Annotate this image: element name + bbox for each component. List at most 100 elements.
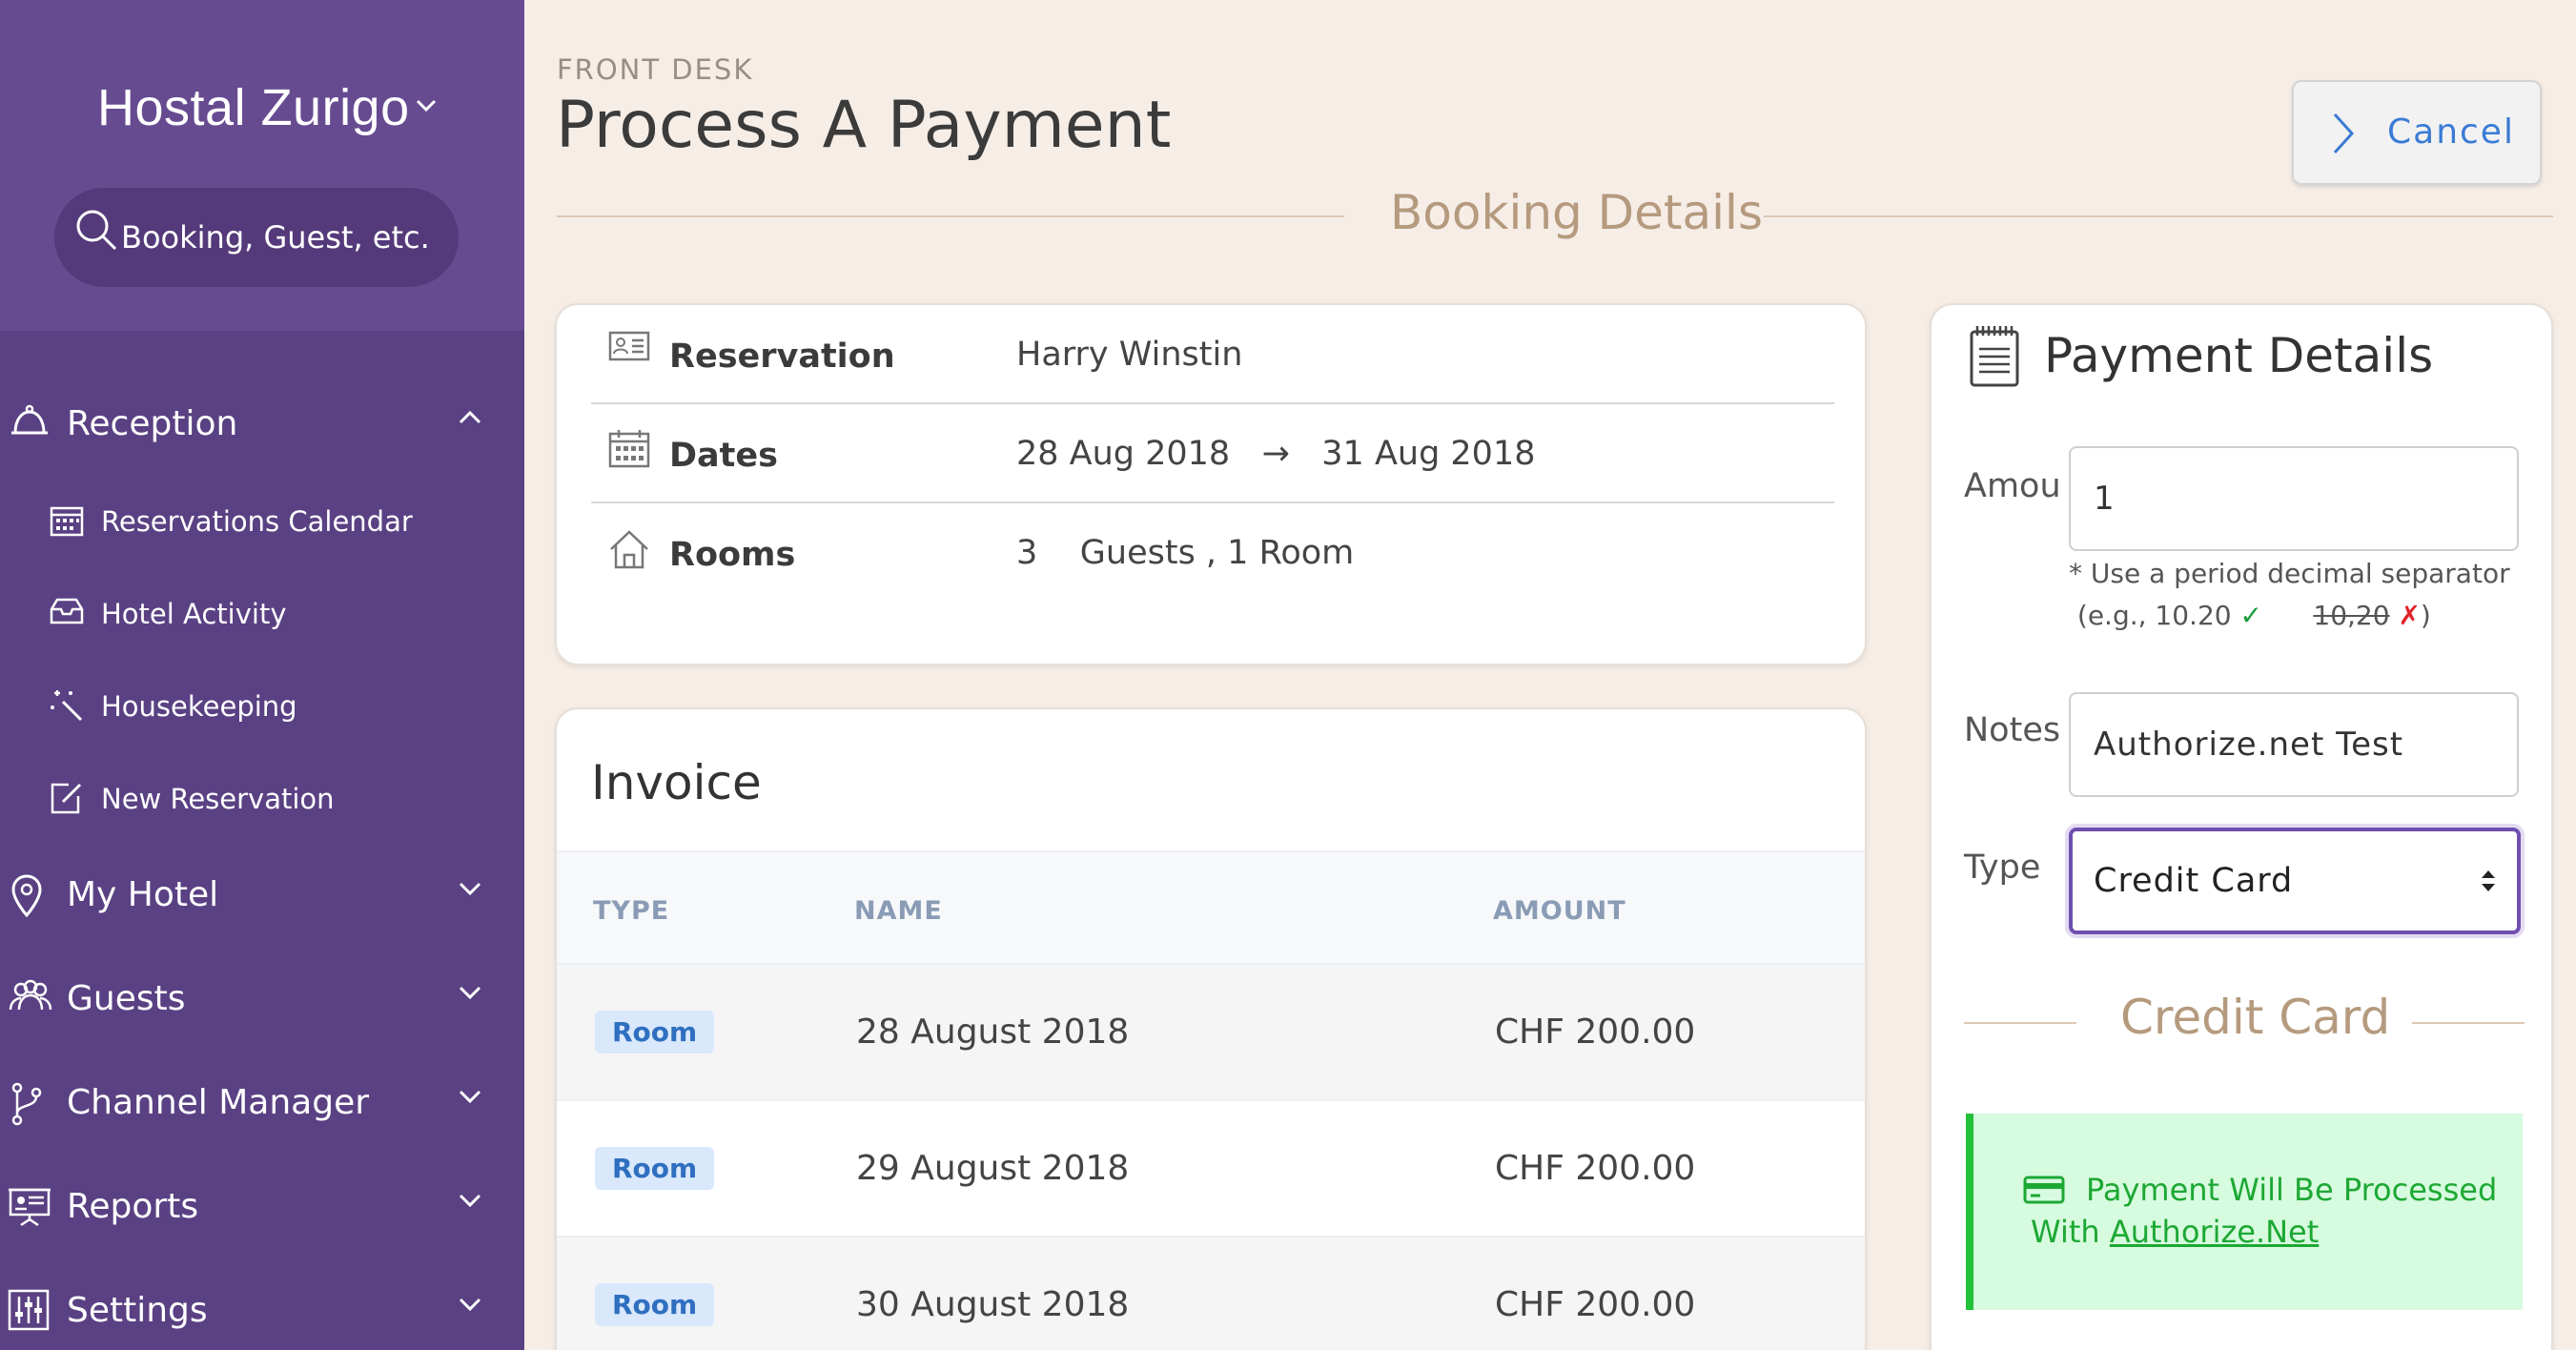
authorize-net-link[interactable]: Authorize.Net [2110, 1214, 2319, 1250]
cross-icon: ✗ [2398, 600, 2421, 631]
house-icon [610, 530, 648, 569]
payment-details-title: Payment Details [2044, 328, 2434, 383]
invoice-item-name: 29 August 2018 [856, 1149, 1130, 1188]
amount-label: Amount [1964, 467, 2059, 505]
type-label: Type [1964, 849, 2041, 887]
reservation-value: Harry Winstin [1016, 336, 1243, 374]
invoice-item-name: 30 August 2018 [856, 1285, 1130, 1324]
sidebar-item-channel-manager[interactable]: Channel Manager [0, 1064, 524, 1140]
booking-row-reservation: Reservation Harry Winstin [591, 305, 1834, 402]
invoice-title: Invoice [591, 755, 762, 810]
sidebar-item-label: Housekeeping [101, 690, 297, 723]
sidebar-item-label: Channel Manager [67, 1083, 370, 1122]
reservation-label: Reservation [669, 338, 895, 376]
payment-processor-notice: Payment Will Be Processed With Authorize… [1966, 1114, 2523, 1310]
divider [1964, 1022, 2076, 1024]
chevron-right-icon [2333, 112, 2355, 154]
column-header-amount[interactable]: AMOUNT [1493, 896, 1626, 926]
sidebar-item-label: Reports [67, 1187, 199, 1226]
invoice-item-amount: CHF 200.00 [1495, 1149, 1696, 1188]
notepad-icon [1970, 326, 2019, 387]
check-icon: ✓ [2239, 600, 2262, 631]
cancel-button[interactable]: Cancel [2292, 80, 2542, 185]
chevron-down-icon[interactable] [458, 1297, 482, 1312]
chevron-down-icon[interactable] [458, 1089, 482, 1104]
decimal-hint: * Use a period decimal separator (e.g., … [2069, 553, 2510, 637]
booking-row-rooms: Rooms 3 Guests , 1 Room [591, 503, 1834, 601]
chevron-down-icon[interactable] [458, 1193, 482, 1208]
search-icon [76, 210, 117, 251]
sidebar-item-reports[interactable]: Reports [0, 1168, 524, 1244]
sidebar-item-guests[interactable]: Guests [0, 960, 524, 1036]
payment-type-select[interactable]: Credit Card [2069, 828, 2521, 934]
table-row[interactable]: Room 28 August 2018 CHF 200.00 [557, 963, 1865, 1099]
table-header: TYPE NAME AMOUNT [557, 850, 1865, 963]
rooms-value: 3 Guests , 1 Room [1016, 534, 1355, 572]
booking-row-dates: Dates 28 Aug 2018 → 31 Aug 2018 [591, 404, 1834, 501]
sidebar-item-housekeeping[interactable]: Housekeeping [0, 671, 524, 738]
sidebar-header: Hostal Zurigo Booking, Guest, etc. [0, 0, 524, 331]
decimal-hint-line1: * Use a period decimal separator [2069, 558, 2510, 589]
sidebar-item-label: Reservations Calendar [101, 505, 413, 538]
sliders-icon [8, 1289, 50, 1331]
column-header-type[interactable]: TYPE [593, 896, 669, 926]
amount-input[interactable] [2069, 446, 2519, 551]
decimal-hint-line2: (e.g., 10.20 ✓ 10,20 ✗) [2069, 595, 2510, 637]
table-row[interactable]: Room 29 August 2018 CHF 200.00 [557, 1099, 1865, 1236]
sidebar-item-label: Reception [67, 404, 238, 443]
sidebar-item-label: Hotel Activity [101, 598, 287, 630]
breadcrumb: FRONT DESK [557, 53, 754, 86]
chevron-down-icon[interactable] [458, 985, 482, 1000]
divider [1764, 215, 2553, 217]
dates-label: Dates [669, 437, 778, 475]
users-icon [9, 979, 52, 1011]
inbox-icon [50, 598, 84, 624]
dates-value: 28 Aug 2018 → 31 Aug 2018 [1016, 435, 1536, 473]
calendar-icon [50, 506, 84, 537]
sidebar-item-label: New Reservation [101, 783, 335, 815]
invoice-item-amount: CHF 200.00 [1495, 1012, 1696, 1052]
divider [557, 215, 1344, 217]
payment-type-value: Credit Card [2094, 862, 2294, 900]
hint-suffix: ) [2420, 600, 2431, 631]
section-title-booking-details: Booking Details [1390, 185, 1763, 240]
bell-icon [11, 404, 48, 435]
type-badge: Room [595, 1011, 715, 1053]
sidebar-item-reservations-calendar[interactable]: Reservations Calendar [0, 486, 524, 553]
edit-icon [51, 783, 82, 814]
map-pin-icon [11, 874, 42, 917]
sidebar-item-reception[interactable]: Reception [0, 385, 524, 461]
sidebar-item-my-hotel[interactable]: My Hotel [0, 856, 524, 932]
sidebar-item-label: Settings [67, 1291, 208, 1330]
chevron-up-icon[interactable] [458, 410, 482, 425]
notes-label: Notes [1964, 711, 2061, 749]
hotel-name[interactable]: Hostal Zurigo [97, 78, 410, 137]
column-header-name[interactable]: NAME [854, 896, 943, 926]
sidebar-item-label: Guests [67, 979, 186, 1018]
hint-bad-example: 10,20 [2313, 600, 2390, 631]
chevron-down-icon[interactable] [416, 99, 437, 112]
booking-details-card: Reservation Harry Winstin Dates 28 Aug 2… [555, 303, 1867, 665]
page-title: Process A Payment [556, 88, 1172, 163]
sidebar: Hostal Zurigo Booking, Guest, etc. Recep… [0, 0, 524, 1350]
type-badge: Room [595, 1147, 715, 1190]
type-badge: Room [595, 1283, 715, 1326]
sidebar-item-settings[interactable]: Settings [0, 1272, 524, 1348]
branch-icon [11, 1082, 42, 1126]
sidebar-item-hotel-activity[interactable]: Hotel Activity [0, 579, 524, 645]
notes-input[interactable] [2069, 692, 2519, 797]
search-placeholder[interactable]: Booking, Guest, etc. [121, 219, 430, 256]
chevron-down-icon[interactable] [458, 881, 482, 896]
invoice-item-name: 28 August 2018 [856, 1012, 1130, 1052]
sidebar-item-new-reservation[interactable]: New Reservation [0, 764, 524, 830]
table-row[interactable]: Room 30 August 2018 CHF 200.00 [557, 1236, 1865, 1350]
id-card-icon [608, 331, 650, 361]
select-arrows-icon [2482, 870, 2495, 891]
divider [2412, 1022, 2525, 1024]
magic-wand-icon [51, 690, 83, 722]
search-input[interactable]: Booking, Guest, etc. [54, 188, 459, 287]
notice-text: Payment Will Be Processed With Authorize… [2031, 1169, 2526, 1253]
presentation-icon [9, 1188, 51, 1227]
cancel-label: Cancel [2387, 112, 2515, 152]
calendar-icon [608, 430, 650, 468]
